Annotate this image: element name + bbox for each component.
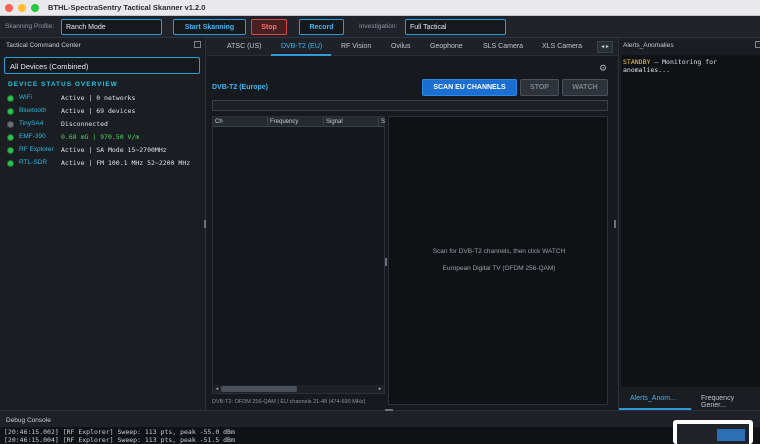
table-footer: DVB-T2: OFDM 256-QAM | EU channels 21-48… — [212, 399, 366, 405]
debug-console-log: [20:46:15.002] [RF Explorer] Sweep: 113 … — [0, 427, 760, 444]
status-dot-icon — [7, 134, 14, 141]
log-line: [20:46:15.002] [RF Explorer] Sweep: 113 … — [4, 428, 235, 436]
device-status: 0.68 mG | 970.50 V/m — [61, 133, 140, 141]
tab-atsc[interactable]: ATSC (US) — [227, 43, 261, 50]
gear-icon[interactable]: ⚙ — [599, 63, 607, 74]
device-row-rf-explorer: RF Explorer Active | SA Mode 15~2700MHz — [7, 146, 203, 156]
profile-select[interactable]: Ranch Mode — [61, 19, 162, 35]
device-row-emf390: EMF-390 0.68 mG | 970.50 V/m — [7, 133, 203, 143]
column-header[interactable]: Frequency — [270, 119, 298, 125]
column-header[interactable]: Ch — [215, 119, 223, 125]
status-dot-icon — [7, 160, 14, 167]
panel-title: Tactical Command Center — [6, 42, 81, 49]
panel-resize-handle[interactable] — [614, 220, 616, 228]
investigation-label: Investigation: — [359, 23, 398, 30]
device-row-rtl-sdr: RTL-SDR Active | FM 100.1 MHz 52~2200 MH… — [7, 159, 203, 177]
active-tab-indicator — [271, 54, 331, 56]
panel-float-icon[interactable]: ▫ — [194, 41, 201, 48]
status-dot-icon — [7, 121, 14, 128]
tab-scroll-arrows-icon[interactable]: ◂ ▸ — [597, 41, 613, 53]
device-status: Active | 69 devices — [61, 107, 136, 115]
page-title: DVB-T2 (Europe) — [212, 84, 268, 91]
horizontal-scrollbar[interactable]: ◂ ▸ — [213, 385, 384, 393]
app-title: BTHL-SpectraSentry Tactical Skanner v1.2… — [48, 3, 206, 12]
profile-label: Skanning Profile: — [5, 23, 55, 30]
alerts-log: STANDBY — Monitoring for anomalies... — [621, 55, 760, 387]
log-line: [20:46:15.004] [RF Explorer] Sweep: 113 … — [4, 436, 235, 444]
device-name: EMF-390 — [19, 133, 46, 140]
window-minimize-button[interactable] — [18, 4, 26, 12]
toolbar: Skanning Profile: Ranch Mode Start Skann… — [0, 16, 760, 38]
alerts-message: STANDBY — Monitoring for anomalies... — [623, 58, 757, 74]
device-select[interactable]: All Devices (Combined) — [4, 57, 200, 74]
alerts-panel: Alerts_Anomalies ▫ STANDBY — Monitoring … — [618, 38, 760, 410]
device-name: WiFi — [19, 94, 32, 101]
tab-dvb-t2[interactable]: DVB-T2 (EU) — [281, 43, 322, 50]
window-close-button[interactable] — [5, 4, 13, 12]
debug-console-header: Debug Console — [0, 409, 760, 427]
status-dot-icon — [7, 95, 14, 102]
title-bar: BTHL-SpectraSentry Tactical Skanner v1.2… — [0, 0, 760, 16]
scanner-tabs: ATSC (US) DVB-T2 (EU) RF Vision Ovilus G… — [207, 38, 617, 56]
thumbnail-accent — [717, 429, 745, 441]
device-status: Disconnected — [61, 120, 108, 128]
column-divider — [267, 117, 268, 127]
tab-sls-camera[interactable]: SLS Camera — [483, 43, 523, 50]
start-skanning-button[interactable]: Start Skanning — [173, 19, 246, 35]
device-overview-title: DEVICE STATUS OVERVIEW — [8, 81, 118, 88]
device-name: TinySA4 — [19, 120, 44, 127]
tab-ovilus[interactable]: Ovilus — [391, 43, 410, 50]
window-maximize-button[interactable] — [31, 4, 39, 12]
console-resize-handle[interactable] — [385, 409, 393, 411]
device-row-tinysa4: TinySA4 Disconnected — [7, 120, 203, 130]
investigation-select[interactable]: Full Tactical — [405, 19, 506, 35]
device-status: Active | 0 networks — [61, 94, 136, 102]
scan-eu-channels-button[interactable]: SCAN EU CHANNELS — [422, 79, 517, 96]
device-row-wifi: WiFi Active | 0 networks — [7, 94, 203, 104]
column-header[interactable]: Signal — [326, 119, 343, 125]
viewer-instruction: Scan for DVB-T2 channels, then click WAT… — [432, 248, 566, 255]
panel-resize-handle[interactable] — [204, 220, 206, 228]
tab-frequency-generator[interactable]: Frequency Gener... — [701, 395, 760, 409]
scrollbar-thumb[interactable] — [221, 386, 297, 392]
scroll-right-icon[interactable]: ▸ — [376, 385, 384, 393]
column-header[interactable]: S — [381, 119, 385, 125]
viewer-subtitle: European Digital TV (OFDM 256-QAM) — [442, 265, 556, 272]
column-divider — [378, 117, 379, 127]
device-name: RF Explorer — [19, 146, 54, 153]
tab-geophone[interactable]: Geophone — [430, 43, 463, 50]
table-header: Ch Frequency Signal S — [213, 117, 385, 127]
watch-button[interactable]: WATCH — [562, 79, 608, 96]
device-row-bluetooth: Bluetooth Active | 69 devices — [7, 107, 203, 117]
thumbnail-preview — [677, 424, 749, 444]
device-status: Active | SA Mode 15~2700MHz — [61, 146, 167, 154]
device-name: Bluetooth — [19, 107, 47, 114]
device-name: RTL-SDR — [19, 159, 48, 166]
screenshot-thumbnail[interactable] — [673, 420, 753, 444]
column-divider — [323, 117, 324, 127]
scanner-panel: ATSC (US) DVB-T2 (EU) RF Vision Ovilus G… — [207, 38, 617, 410]
video-viewer: Scan for DVB-T2 channels, then click WAT… — [388, 116, 608, 405]
scroll-left-icon[interactable]: ◂ — [213, 385, 221, 393]
status-dot-icon — [7, 147, 14, 154]
tab-rf-vision[interactable]: RF Vision — [341, 43, 371, 50]
tab-alerts-anomalies[interactable]: Alerts_Anom... — [630, 395, 676, 402]
channel-table[interactable]: Ch Frequency Signal S ◂ ▸ — [212, 116, 385, 394]
standby-status: STANDBY — [623, 58, 651, 66]
record-button[interactable]: Record — [299, 19, 344, 35]
splitter-handle[interactable] — [385, 258, 387, 266]
panel-float-icon[interactable]: ▫ — [755, 41, 760, 48]
stop-scan-button[interactable]: STOP — [520, 79, 559, 96]
tab-xls-camera[interactable]: XLS Camera — [542, 43, 582, 50]
scan-progress-bar — [212, 100, 608, 111]
stop-button[interactable]: Stop — [251, 19, 287, 35]
status-dot-icon — [7, 108, 14, 115]
command-center-panel: Tactical Command Center ▫ All Devices (C… — [0, 38, 206, 410]
device-status: Active | FM 100.1 MHz 52~2200 MHz — [61, 159, 191, 167]
panel-title: Alerts_Anomalies — [623, 42, 674, 49]
debug-console-title: Debug Console — [6, 417, 51, 424]
